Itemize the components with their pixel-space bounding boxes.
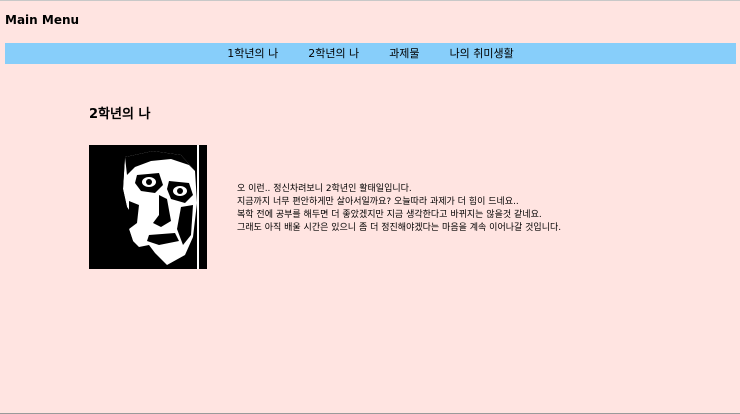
page-title: 2학년의 나 (89, 107, 151, 122)
intro-text: 오 이런.. 정신차려보니 2학년인 활태일입니다. 지금까지 너무 편안하게만… (237, 183, 561, 235)
intro-line: 복학 전에 공부를 해두면 더 좋았겠지만 지금 생각한다고 바뀌지는 않을것 … (237, 210, 542, 220)
nav-item-hobbies[interactable]: 나의 취미생활 (450, 43, 514, 64)
intro-line: 오 이런.. 정신차려보니 2학년인 활태일입니다. (237, 184, 412, 194)
nav-item-assignments[interactable]: 과제물 (389, 43, 419, 64)
main-nav: 1학년의 나 2학년의 나 과제물 나의 취미생활 (5, 43, 736, 64)
nav-item-second-grade[interactable]: 2학년의 나 (308, 43, 359, 64)
intro-line: 지금까지 너무 편안하게만 살아서일까요? 오늘따라 과제가 더 힘이 드네요.… (237, 197, 519, 207)
nav-item-first-grade[interactable]: 1학년의 나 (227, 43, 278, 64)
portrait-illustration-icon (89, 145, 207, 269)
intro-line: 그래도 아직 배울 시간은 있으니 좀 더 정진해야겠다는 마음을 계속 이어나… (237, 223, 562, 233)
portrait-image (89, 145, 207, 269)
site-title: Main Menu (5, 13, 80, 27)
